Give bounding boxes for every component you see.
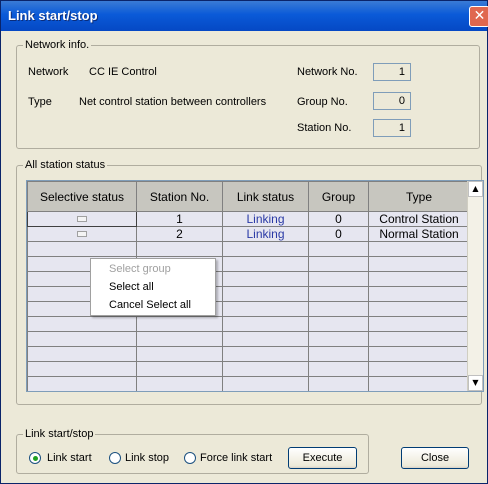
menu-item-cancel-select-all[interactable]: Cancel Select all bbox=[109, 299, 191, 311]
execute-button[interactable]: Execute bbox=[288, 447, 357, 469]
empty-row bbox=[27, 346, 470, 362]
network-no-label: Network No. bbox=[297, 66, 358, 78]
link-start-label[interactable]: Link start bbox=[47, 452, 92, 464]
group-no-label: Group No. bbox=[297, 96, 348, 108]
col-station-no[interactable]: Station No. bbox=[136, 181, 223, 212]
link-status-cell: Linking bbox=[222, 226, 309, 242]
station-status-legend: All station status bbox=[23, 159, 108, 171]
header-row: Selective status Station No. Link status… bbox=[27, 181, 470, 212]
type-cell: Control Station bbox=[368, 211, 470, 227]
empty-row bbox=[27, 331, 470, 347]
window-title: Link start/stop bbox=[8, 8, 98, 23]
network-value: CC IE Control bbox=[89, 66, 157, 78]
link-start-radio[interactable] bbox=[29, 452, 41, 464]
col-link-status[interactable]: Link status bbox=[222, 181, 309, 212]
type-value: Net control station between controllers bbox=[79, 96, 267, 108]
station-no-cell: 2 bbox=[136, 226, 223, 242]
close-icon[interactable]: ✕ bbox=[469, 6, 488, 27]
empty-row bbox=[27, 361, 470, 377]
group-no-field: 0 bbox=[373, 92, 411, 110]
col-type[interactable]: Type bbox=[368, 181, 470, 212]
menu-item-select-all[interactable]: Select all bbox=[109, 281, 154, 293]
network-label: Network bbox=[28, 66, 69, 78]
link-stop-label[interactable]: Link stop bbox=[125, 452, 169, 464]
context-menu: Select group Select all Cancel Select al… bbox=[90, 258, 216, 316]
station-no-cell: 1 bbox=[136, 211, 223, 227]
table-row[interactable]: 1 Linking 0 Control Station bbox=[27, 211, 470, 227]
link-control-legend: Link start/stop bbox=[23, 428, 96, 440]
station-no-label: Station No. bbox=[297, 122, 352, 134]
selective-cell[interactable] bbox=[27, 211, 137, 227]
group-cell: 0 bbox=[308, 226, 369, 242]
type-cell: Normal Station bbox=[368, 226, 470, 242]
link-stop-radio[interactable] bbox=[109, 452, 121, 464]
scroll-down-icon[interactable]: ▼ bbox=[468, 375, 483, 391]
station-no-field: 1 bbox=[373, 119, 411, 137]
selective-cell[interactable] bbox=[27, 226, 137, 242]
link-status-cell: Linking bbox=[222, 211, 309, 227]
close-button[interactable]: Close bbox=[401, 447, 469, 469]
type-label: Type bbox=[28, 96, 52, 108]
network-info-legend: Network info. bbox=[23, 39, 92, 51]
group-cell: 0 bbox=[308, 211, 369, 227]
menu-item-select-group: Select group bbox=[109, 263, 171, 275]
link-start-stop-dialog: Link start/stop ✕ Network info. Network … bbox=[0, 0, 488, 484]
empty-row bbox=[27, 316, 470, 332]
radio-dot-icon bbox=[33, 456, 38, 461]
scroll-up-icon[interactable]: ▲ bbox=[468, 181, 483, 197]
empty-row bbox=[27, 376, 470, 391]
force-link-start-radio[interactable] bbox=[184, 452, 196, 464]
title-bar[interactable]: Link start/stop ✕ bbox=[1, 1, 488, 31]
table-row[interactable]: 2 Linking 0 Normal Station bbox=[27, 226, 470, 242]
select-checkbox[interactable] bbox=[77, 231, 87, 238]
select-checkbox[interactable] bbox=[77, 216, 87, 223]
vertical-scrollbar[interactable]: ▲ ▼ bbox=[467, 181, 483, 391]
force-link-start-label[interactable]: Force link start bbox=[200, 452, 272, 464]
col-selective-status[interactable]: Selective status bbox=[27, 181, 137, 212]
network-no-field: 1 bbox=[373, 63, 411, 81]
empty-row bbox=[27, 241, 470, 257]
col-group[interactable]: Group bbox=[308, 181, 369, 212]
